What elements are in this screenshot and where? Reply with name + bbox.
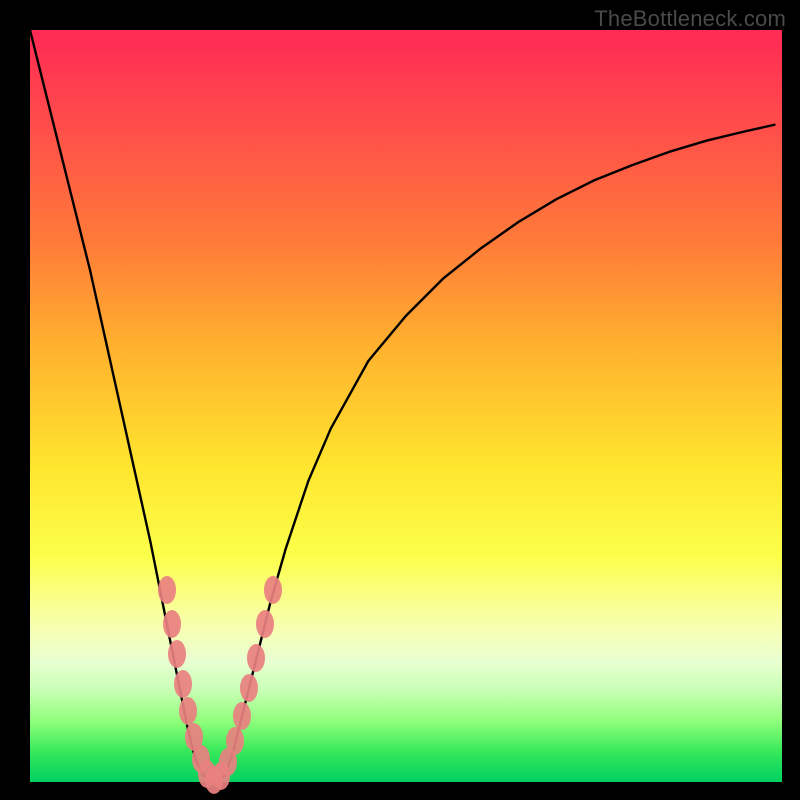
- data-marker: [174, 670, 192, 698]
- data-marker: [185, 723, 203, 751]
- data-marker: [163, 610, 181, 638]
- curve-svg: [30, 30, 782, 782]
- data-marker: [168, 640, 186, 668]
- data-marker: [256, 610, 274, 638]
- data-marker: [212, 762, 230, 790]
- chart-frame: TheBottleneck.com: [0, 0, 800, 800]
- data-marker: [226, 727, 244, 755]
- data-marker: [240, 674, 258, 702]
- data-marker: [219, 748, 237, 776]
- data-marker: [158, 576, 176, 604]
- bottleneck-curve: [30, 30, 774, 782]
- data-marker: [233, 702, 251, 730]
- data-marker: [198, 760, 216, 788]
- plot-area: [30, 30, 782, 782]
- data-marker: [264, 576, 282, 604]
- watermark-text: TheBottleneck.com: [594, 6, 786, 32]
- data-marker: [205, 766, 223, 794]
- marker-layer: [30, 30, 782, 782]
- data-marker: [179, 697, 197, 725]
- data-marker: [192, 745, 210, 773]
- data-marker: [247, 644, 265, 672]
